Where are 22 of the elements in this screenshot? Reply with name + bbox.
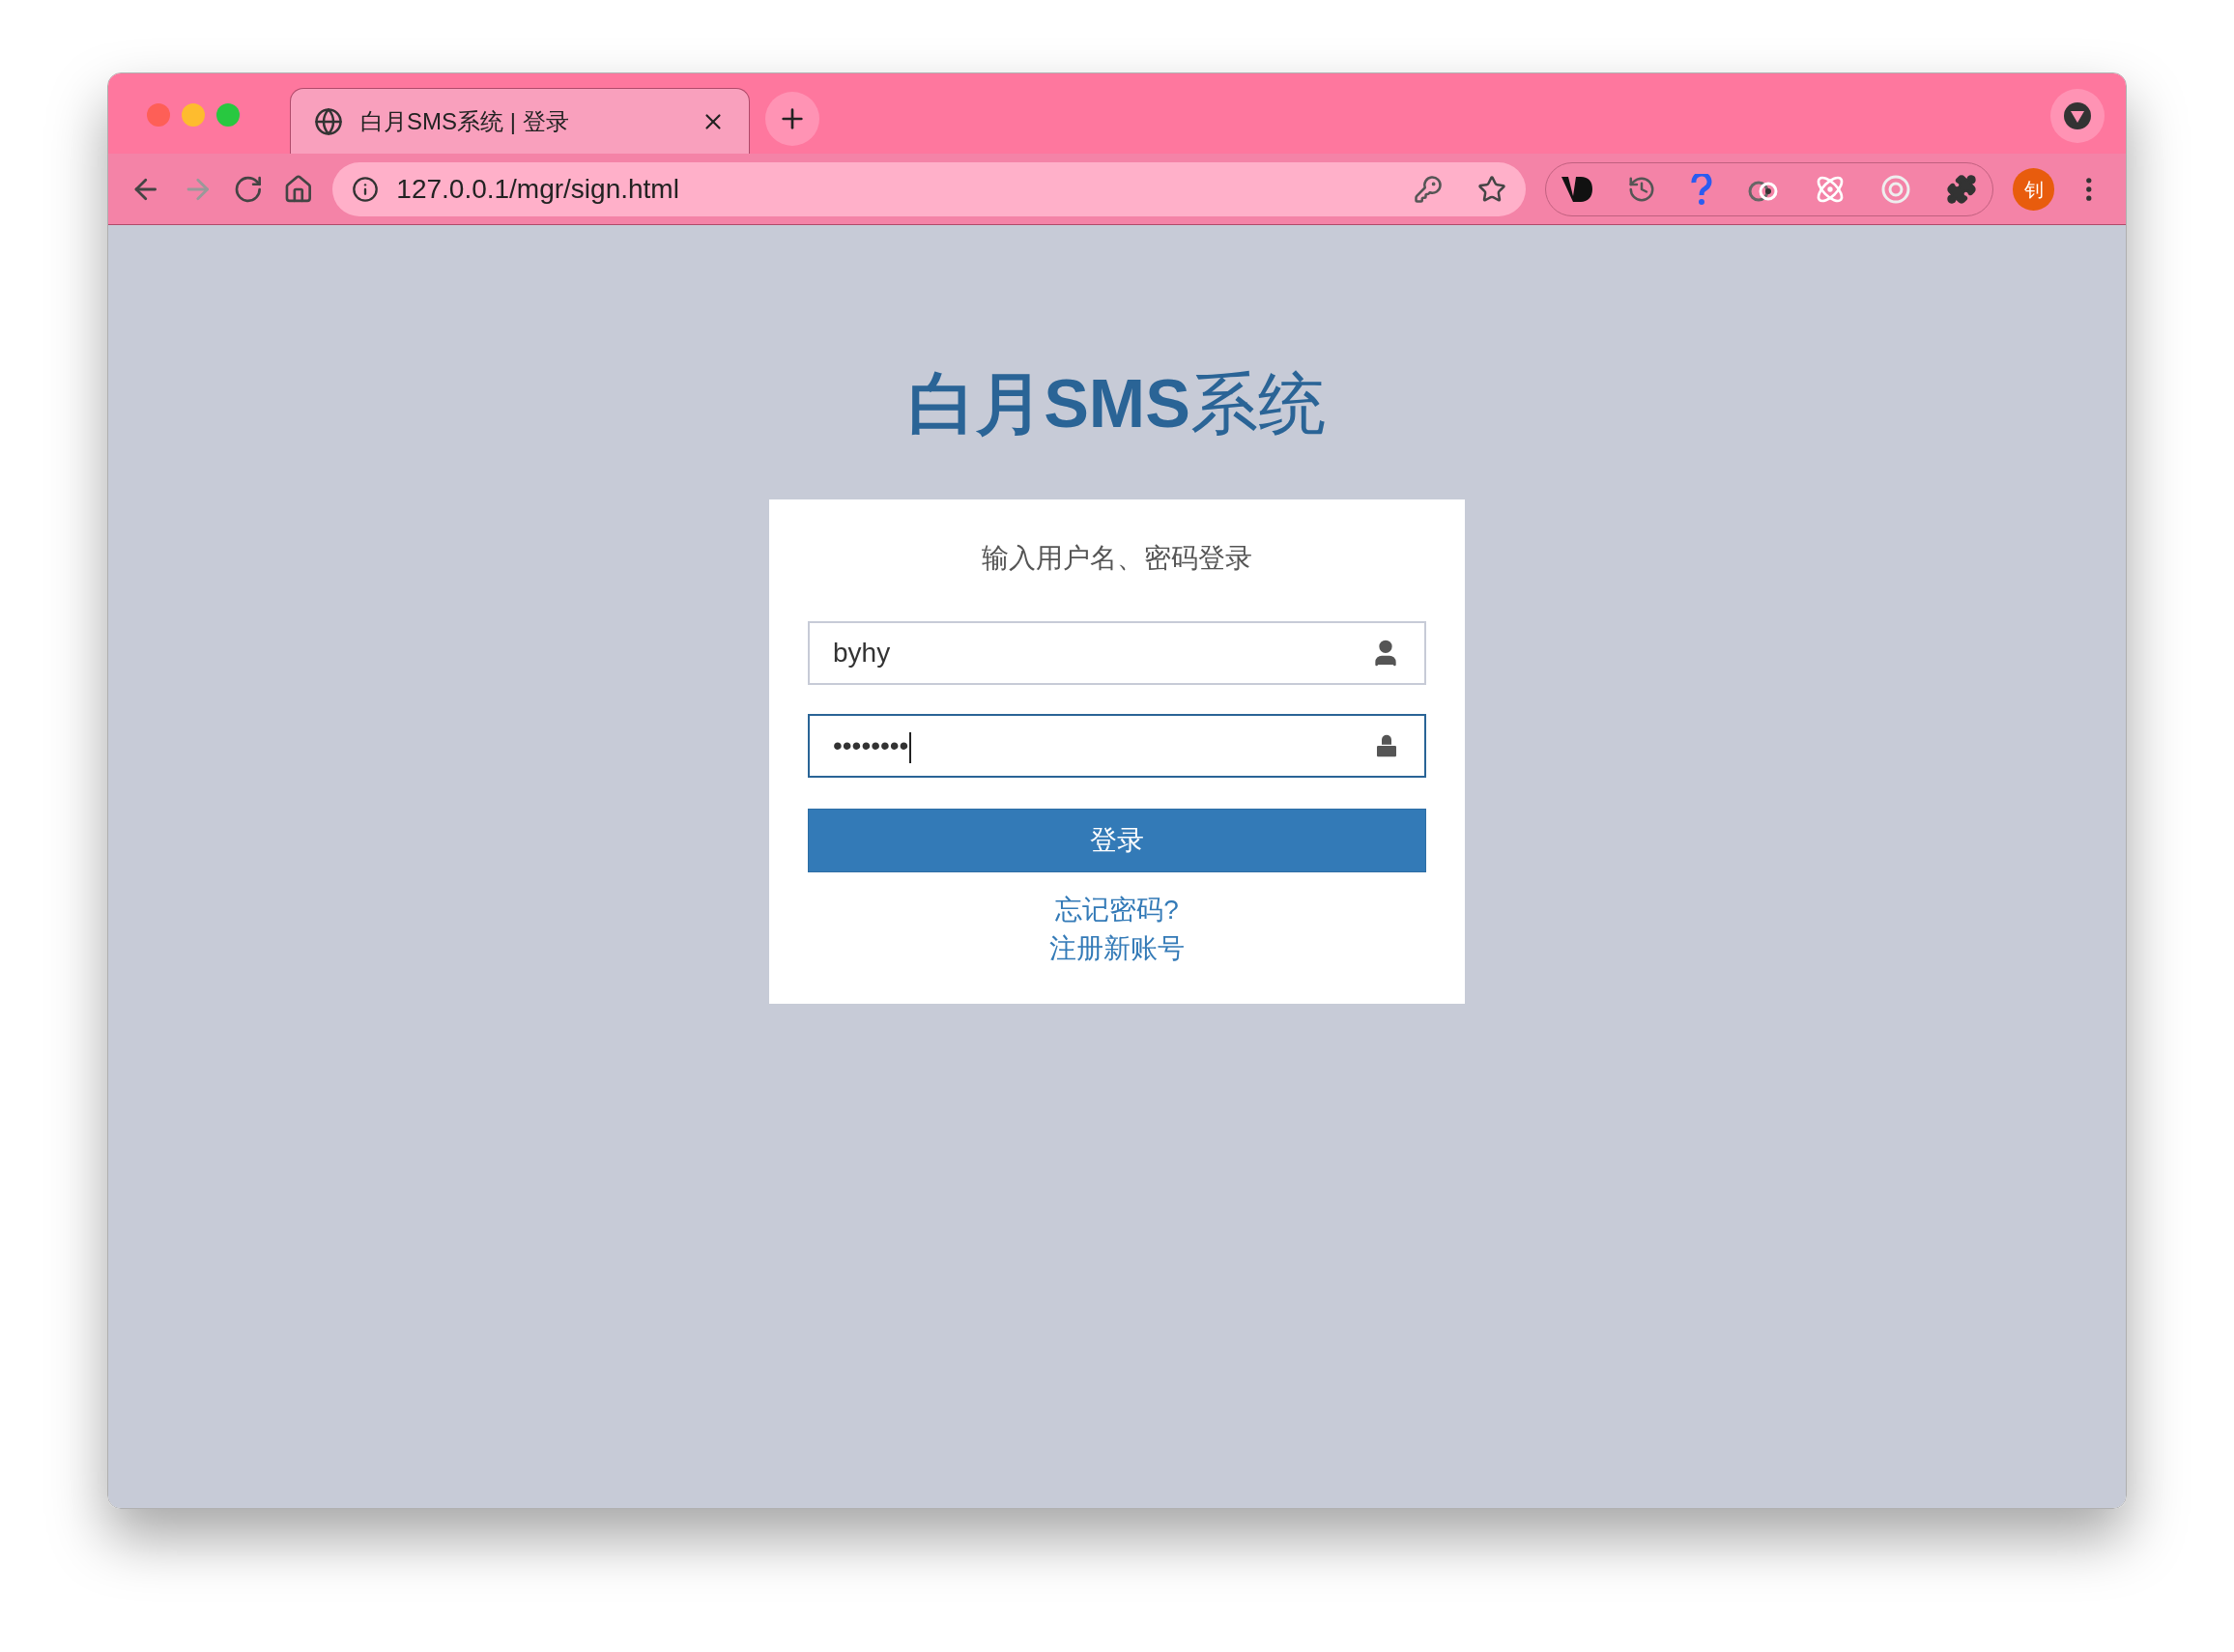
address-bar[interactable]: 127.0.0.1/mgr/sign.html (332, 161, 1526, 216)
globe-icon (314, 106, 343, 136)
login-button[interactable]: 登录 (808, 809, 1426, 872)
key-icon[interactable] (1413, 174, 1443, 204)
profile-avatar[interactable]: 钊 (2012, 167, 2055, 211)
letter-mark-icon[interactable] (1561, 174, 1592, 204)
puzzle-icon[interactable] (1945, 173, 1977, 205)
register-link[interactable]: 注册新账号 (1049, 932, 1185, 965)
bookmark-star-icon[interactable] (1476, 174, 1506, 204)
login-subtitle: 输入用户名、密码登录 (982, 542, 1252, 575)
question-mark-icon[interactable] (1690, 173, 1712, 205)
tab-search-button[interactable] (2050, 89, 2105, 143)
tab-title: 白月SMS系统 | 登录 (360, 106, 570, 136)
browser-tab[interactable]: 白月SMS系统 | 登录 (290, 88, 750, 154)
caret-icon (2064, 102, 2091, 129)
url-text: 127.0.0.1/mgr/sign.html (396, 172, 680, 206)
username-field[interactable]: byhy (808, 621, 1426, 685)
page-title: 白月SMS系统 (908, 370, 1326, 438)
info-icon (352, 175, 380, 203)
new-tab-button[interactable] (765, 92, 819, 146)
forgot-password-link[interactable]: 忘记密码? (1055, 894, 1179, 926)
password-field[interactable]: •••••••• (808, 714, 1426, 778)
